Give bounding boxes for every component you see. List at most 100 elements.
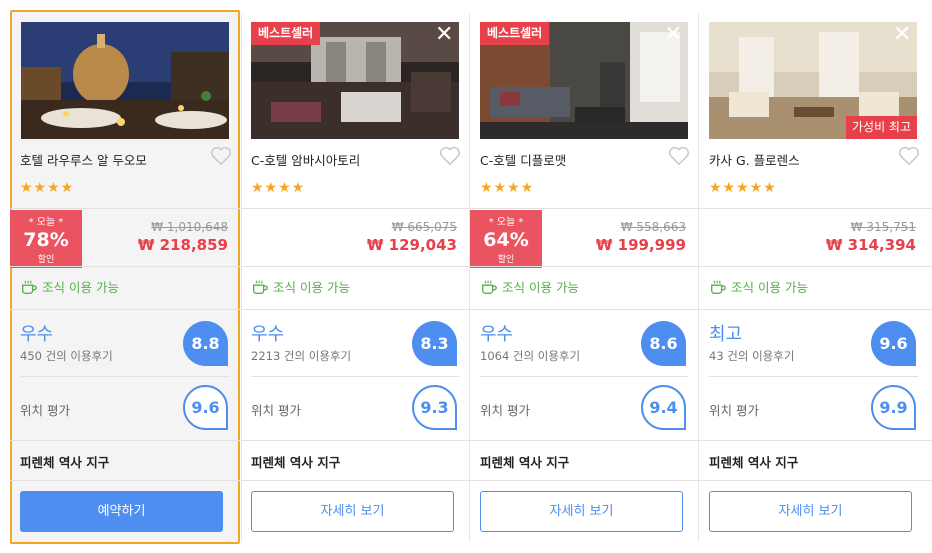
- hotel-card-1[interactable]: 호텔 라우루스 알 두오모 ★★★★ * 오늘 * 78% 할인 ₩ 1,010…: [10, 0, 240, 553]
- breakfast-label: 조식 이용 가능: [273, 280, 350, 295]
- close-icon[interactable]: ✕: [664, 24, 682, 46]
- original-price: ₩ 558,663: [620, 220, 686, 234]
- hotel-name[interactable]: C-호텔 디플로맷: [480, 150, 566, 169]
- review-score[interactable]: 9.6: [871, 321, 916, 366]
- deal-suffix: 할인: [497, 255, 515, 265]
- review-count[interactable]: 43 건의 이용후기: [709, 348, 794, 364]
- divider: [241, 480, 469, 481]
- divider: [699, 266, 932, 267]
- divider: [699, 480, 932, 481]
- hotel-comparison-row: 호텔 라우루스 알 두오모 ★★★★ * 오늘 * 78% 할인 ₩ 1,010…: [0, 0, 932, 553]
- divider: [699, 440, 932, 441]
- divider: [470, 266, 698, 267]
- review-count[interactable]: 1064 건의 이용후기: [480, 348, 580, 364]
- location-label: 위치 평가: [20, 403, 70, 418]
- hotel-name[interactable]: 카사 G. 플로렌스: [709, 150, 800, 169]
- hotel-card-2[interactable]: 베스트셀러 ✕ C-호텔 암바시아토리 ★★★★ ₩ 665,075 ₩ 129…: [241, 0, 469, 553]
- deal-label: * 오늘 *: [28, 217, 64, 228]
- divider: [10, 266, 240, 267]
- divider: [470, 440, 698, 441]
- best-value-badge: 가성비 최고: [845, 116, 917, 139]
- deal-badge: * 오늘 * 64% 할인: [470, 210, 542, 268]
- hotel-name[interactable]: 호텔 라우루스 알 두오모: [20, 150, 147, 169]
- coffee-cup-icon: [22, 280, 37, 294]
- coffee-cup-icon: [482, 280, 497, 294]
- book-button[interactable]: 예약하기: [20, 491, 223, 532]
- deal-label: * 오늘 *: [488, 217, 524, 228]
- original-price: ₩ 1,010,648: [151, 220, 228, 234]
- rating-word: 우수: [251, 324, 285, 345]
- divider: [20, 376, 230, 377]
- rating-word: 우수: [20, 324, 54, 345]
- divider: [470, 480, 698, 481]
- divider: [241, 266, 469, 267]
- location-score[interactable]: 9.6: [183, 385, 228, 430]
- hotel-name[interactable]: C-호텔 암바시아토리: [251, 150, 360, 169]
- divider: [699, 309, 932, 310]
- close-icon[interactable]: ✕: [893, 24, 911, 46]
- location-score[interactable]: 9.4: [641, 385, 686, 430]
- coffee-cup-icon: [253, 280, 268, 294]
- divider: [480, 376, 688, 377]
- deal-price[interactable]: ₩ 218,859: [138, 236, 228, 254]
- location-label: 위치 평가: [709, 403, 759, 418]
- location-score[interactable]: 9.3: [412, 385, 457, 430]
- hotel-photo[interactable]: 베스트셀러 ✕: [251, 22, 459, 139]
- details-button[interactable]: 자세히 보기: [480, 491, 683, 532]
- heart-icon[interactable]: [668, 146, 690, 166]
- district-name: 피렌체 역사 지구: [480, 455, 570, 470]
- review-score[interactable]: 8.6: [641, 321, 686, 366]
- original-price: ₩ 315,751: [850, 220, 916, 234]
- original-price: ₩ 665,075: [391, 220, 457, 234]
- details-button[interactable]: 자세히 보기: [709, 491, 912, 532]
- location-score[interactable]: 9.9: [871, 385, 916, 430]
- hotel-photo[interactable]: [21, 22, 229, 139]
- divider: [251, 376, 459, 377]
- deal-suffix: 할인: [37, 255, 55, 265]
- divider: [241, 208, 469, 209]
- coffee-cup-icon: [711, 280, 726, 294]
- breakfast-info: 조식 이용 가능: [251, 277, 350, 296]
- location-label: 위치 평가: [251, 403, 301, 418]
- review-score[interactable]: 8.3: [412, 321, 457, 366]
- hotel-card-4[interactable]: 가성비 최고 ✕ 카사 G. 플로렌스 ★★★★★ ₩ 315,751 ₩ 31…: [699, 0, 932, 553]
- divider: [241, 440, 469, 441]
- star-rating: ★★★★: [480, 180, 535, 196]
- heart-icon[interactable]: [210, 146, 232, 166]
- divider: [699, 208, 932, 209]
- details-button[interactable]: 자세히 보기: [251, 491, 454, 532]
- review-count[interactable]: 2213 건의 이용후기: [251, 348, 351, 364]
- star-rating: ★★★★: [20, 180, 75, 196]
- divider: [470, 309, 698, 310]
- bestseller-badge: 베스트셀러: [251, 22, 321, 45]
- star-rating: ★★★★★: [709, 180, 777, 196]
- hotel-photo[interactable]: 가성비 최고 ✕: [709, 22, 917, 139]
- district-name: 피렌체 역사 지구: [20, 455, 110, 470]
- breakfast-label: 조식 이용 가능: [42, 280, 119, 295]
- breakfast-info: 조식 이용 가능: [20, 277, 119, 296]
- district-name: 피렌체 역사 지구: [709, 455, 799, 470]
- review-count[interactable]: 450 건의 이용후기: [20, 348, 113, 364]
- review-score[interactable]: 8.8: [183, 321, 228, 366]
- heart-icon[interactable]: [439, 146, 461, 166]
- hotel-photo[interactable]: 베스트셀러 ✕: [480, 22, 688, 139]
- divider: [470, 208, 698, 209]
- district-name: 피렌체 역사 지구: [251, 455, 341, 470]
- location-label: 위치 평가: [480, 403, 530, 418]
- deal-percent: 78%: [23, 229, 69, 251]
- heart-icon[interactable]: [898, 146, 920, 166]
- deal-price[interactable]: ₩ 314,394: [826, 236, 916, 254]
- divider: [241, 309, 469, 310]
- rating-word: 최고: [709, 324, 743, 345]
- deal-price[interactable]: ₩ 199,999: [596, 236, 686, 254]
- bestseller-badge: 베스트셀러: [480, 22, 550, 45]
- divider: [10, 480, 240, 481]
- hotel-card-3[interactable]: 베스트셀러 ✕ C-호텔 디플로맷 ★★★★ * 오늘 * 64% 할인 ₩ 5…: [470, 0, 698, 553]
- rating-word: 우수: [480, 324, 514, 345]
- divider: [10, 309, 240, 310]
- deal-badge: * 오늘 * 78% 할인: [10, 210, 82, 268]
- close-icon[interactable]: ✕: [435, 24, 453, 46]
- deal-price[interactable]: ₩ 129,043: [367, 236, 457, 254]
- divider: [10, 440, 240, 441]
- star-rating: ★★★★: [251, 180, 306, 196]
